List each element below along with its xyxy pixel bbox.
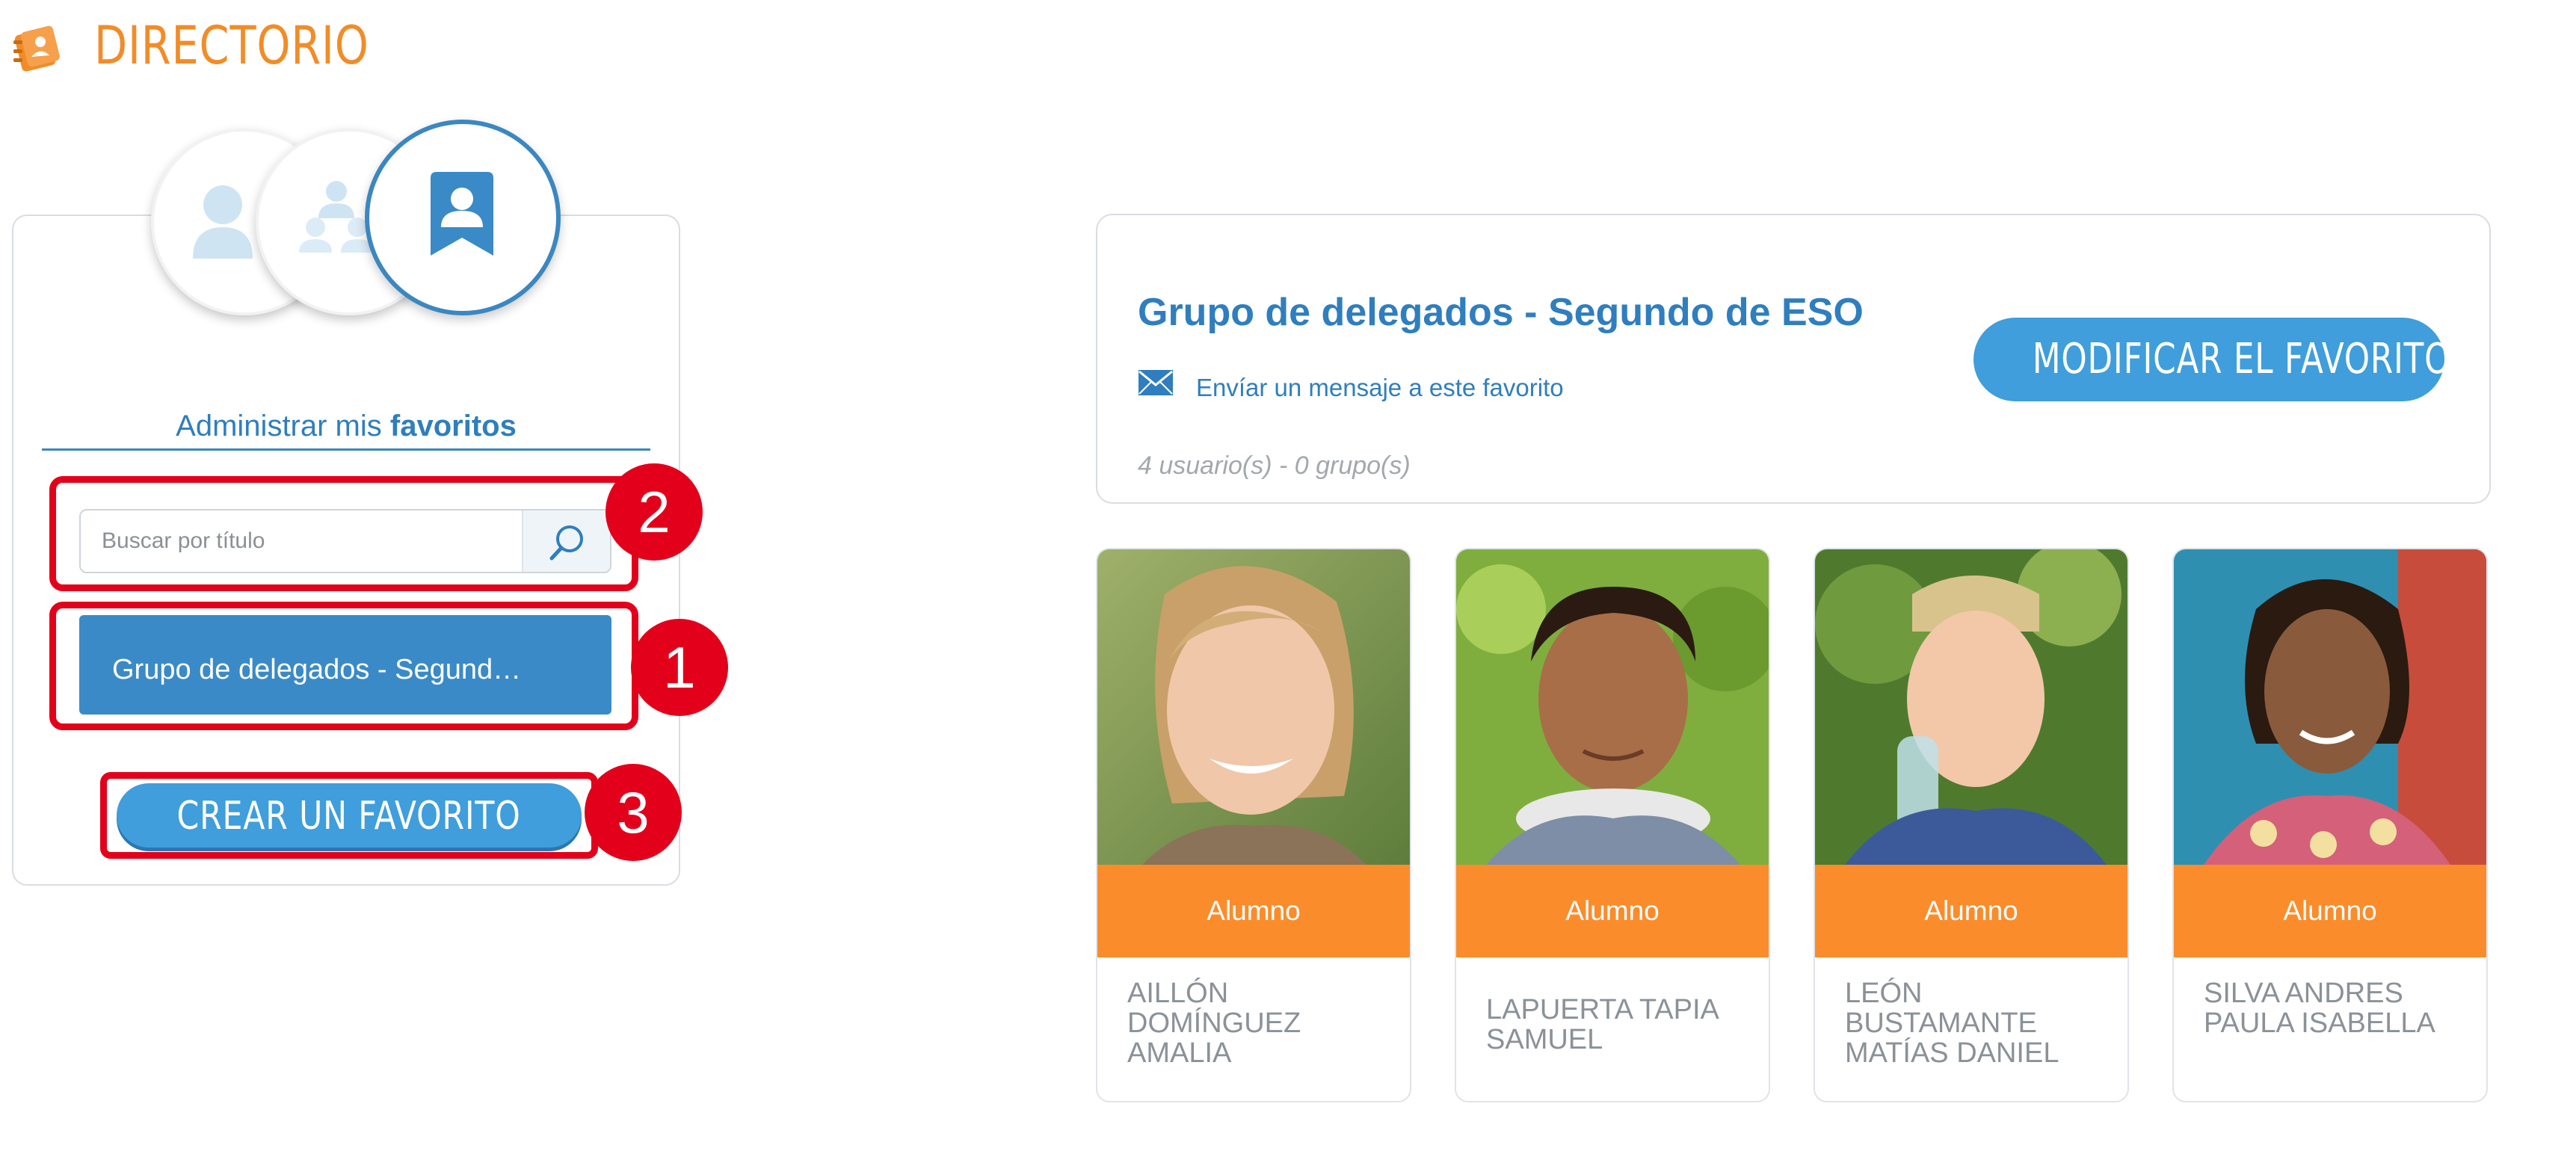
member-role: Alumno (1815, 865, 2127, 957)
member-photo (1097, 549, 1410, 865)
member-role: Alumno (1097, 865, 1410, 957)
annotation-number-3: 3 (585, 764, 682, 861)
annotation-number-1: 1 (631, 619, 728, 716)
heading-divider (42, 448, 650, 451)
annotation-number-2: 2 (606, 463, 703, 561)
member-photo (1456, 549, 1769, 865)
modify-favorite-button[interactable]: MODIFICAR EL FAVORITO (1973, 318, 2450, 401)
manage-title-prefix: Administrar mis (176, 410, 382, 442)
member-card[interactable]: Alumno LAPUERTA TAPIA SAMUEL (1455, 548, 1770, 1102)
member-name: AILLÓN DOMÍNGUEZ AMALIA (1127, 978, 1301, 1069)
bookmark-user-icon (431, 172, 493, 256)
app-header: DIRECTORIO (0, 0, 523, 105)
page-title: DIRECTORIO (94, 15, 369, 76)
member-photo (2174, 549, 2486, 865)
favorite-title: Grupo de delegados - Segundo de ESO (1138, 291, 1864, 334)
member-photo (1815, 549, 2127, 865)
member-count: 4 usuario(s) - 0 grupo(s) (1138, 451, 1411, 480)
annotation-box-favorite (49, 602, 638, 730)
envelope-icon[interactable] (1138, 369, 1174, 400)
member-role: Alumno (1456, 865, 1769, 957)
directory-book-icon (10, 21, 64, 75)
member-name: LAPUERTA TAPIA SAMUEL (1486, 994, 1718, 1055)
mode-favorites-button[interactable] (365, 120, 561, 315)
member-name: SILVA ANDRES PAULA ISABELLA (2204, 978, 2435, 1039)
send-message-link[interactable]: Envíar un mensaje a este favorito (1196, 374, 1564, 402)
member-card[interactable]: Alumno SILVA ANDRES PAULA ISABELLA (2172, 548, 2488, 1102)
member-card[interactable]: Alumno AILLÓN DOMÍNGUEZ AMALIA (1096, 548, 1411, 1102)
annotation-box-create (100, 772, 598, 859)
annotation-box-search (49, 476, 638, 591)
member-name: LEÓN BUSTAMANTE MATÍAS DANIEL (1845, 978, 2059, 1069)
manage-favorites-heading: Administrar mis favoritos (42, 410, 650, 443)
member-card[interactable]: Alumno LEÓN BUSTAMANTE MATÍAS DANIEL (1814, 548, 2129, 1102)
manage-title-bold: favoritos (389, 410, 517, 442)
member-role: Alumno (2174, 865, 2486, 957)
modify-favorite-label: MODIFICAR EL FAVORITO (2032, 335, 2451, 383)
